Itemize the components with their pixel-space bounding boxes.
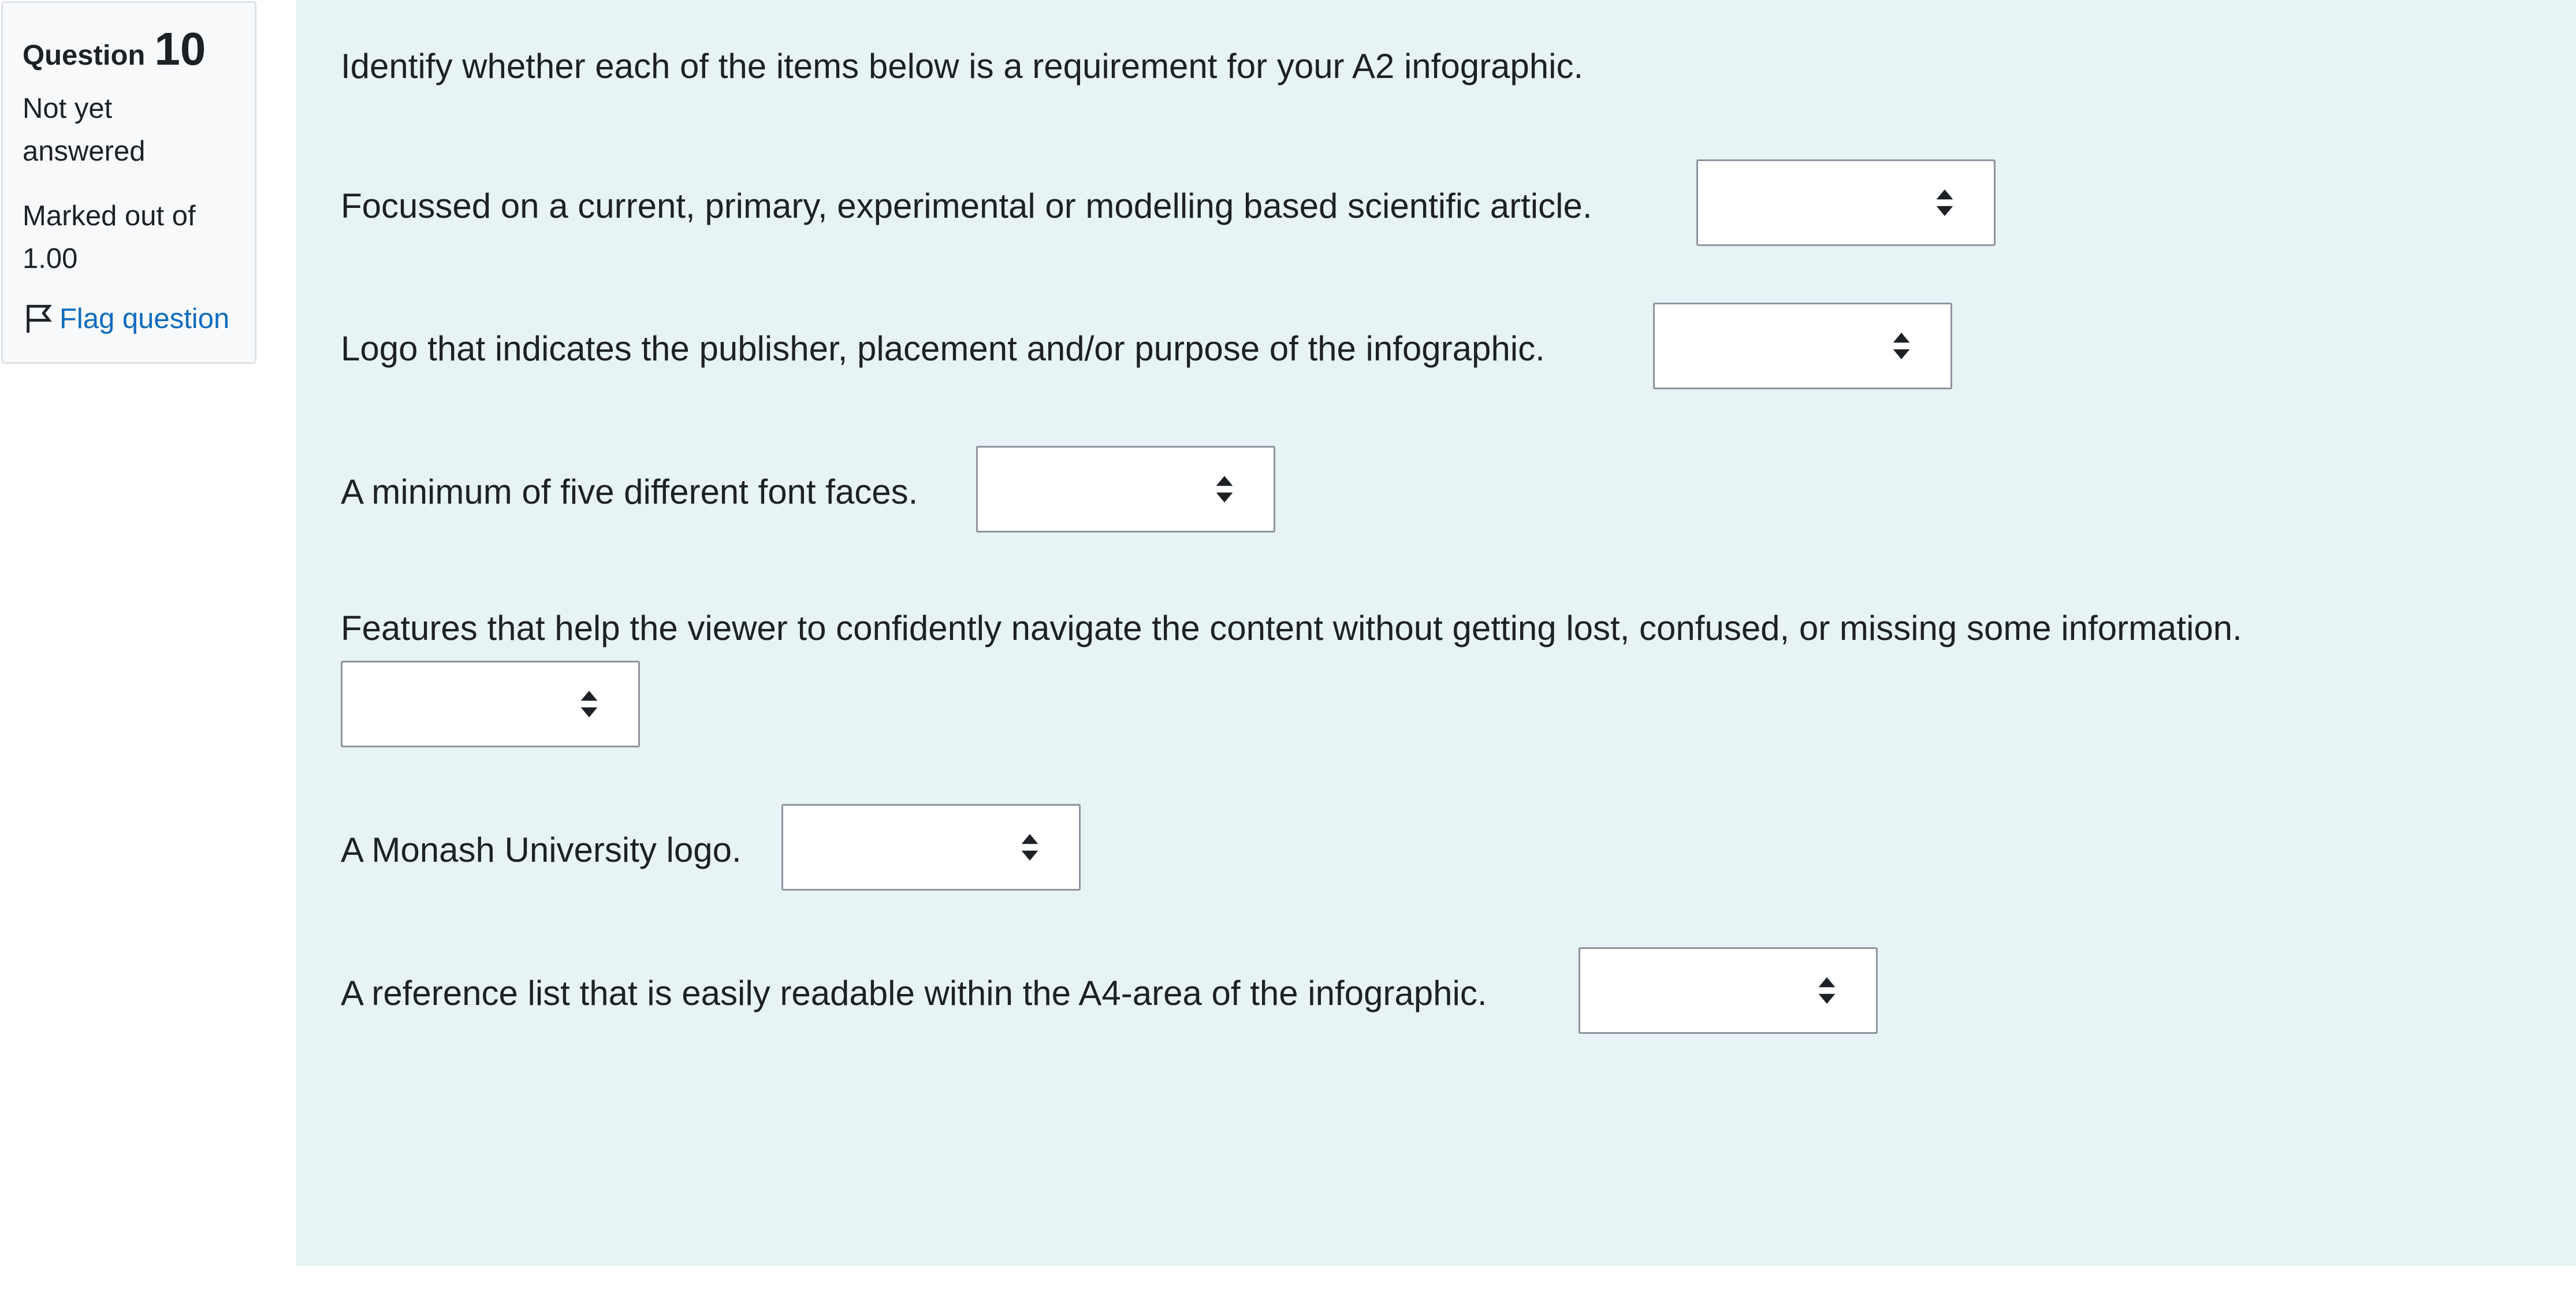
flag-question-link[interactable]: Flag question xyxy=(23,302,235,336)
sort-arrows-icon xyxy=(1021,834,1038,861)
flag-icon xyxy=(27,304,52,333)
list-item: Features that help the viewer to confide… xyxy=(341,603,2242,652)
item-text: A minimum of five different font faces. xyxy=(341,472,918,512)
list-item: A reference list that is easily readable… xyxy=(341,968,1487,1017)
list-item: Logo that indicates the publisher, place… xyxy=(341,323,1545,372)
item-text: Logo that indicates the publisher, place… xyxy=(341,329,1545,368)
question-content: Identify whether each of the items below… xyxy=(296,0,2576,1266)
item-text: A reference list that is easily readable… xyxy=(341,974,1487,1013)
answer-select[interactable] xyxy=(1696,159,1996,246)
list-item: Focussed on a current, primary, experime… xyxy=(341,181,1592,229)
answer-select[interactable] xyxy=(1653,303,1952,389)
question-number-value: 10 xyxy=(154,23,206,75)
sort-arrows-icon xyxy=(1216,476,1233,502)
sort-arrows-icon xyxy=(1893,333,1910,359)
sort-arrows-icon xyxy=(1818,977,1836,1004)
question-prompt: Identify whether each of the items below… xyxy=(341,47,1584,85)
item-text: A Monash University logo. xyxy=(341,831,742,870)
question-info-panel: Question 10 Not yet answered Marked out … xyxy=(1,1,256,364)
sort-arrows-icon xyxy=(1936,189,1953,216)
question-number: Question 10 xyxy=(23,26,235,72)
answer-select[interactable] xyxy=(1579,947,1878,1034)
question-grade: Marked out of 1.00 xyxy=(23,200,196,274)
question-page: Question 10 Not yet answered Marked out … xyxy=(0,0,2576,1303)
answer-select[interactable] xyxy=(781,804,1081,891)
list-item: A minimum of five different font faces. xyxy=(341,467,918,515)
item-text: Features that help the viewer to confide… xyxy=(341,609,2242,648)
answer-select[interactable] xyxy=(976,446,1275,533)
question-label: Question xyxy=(23,40,146,71)
flag-question-label: Flag question xyxy=(59,303,230,334)
sort-arrows-icon xyxy=(580,691,598,717)
question-state: Not yet answered xyxy=(23,93,146,167)
list-item: A Monash University logo. xyxy=(341,825,742,873)
item-text: Focussed on a current, primary, experime… xyxy=(341,187,1592,226)
answer-select[interactable] xyxy=(341,661,640,747)
